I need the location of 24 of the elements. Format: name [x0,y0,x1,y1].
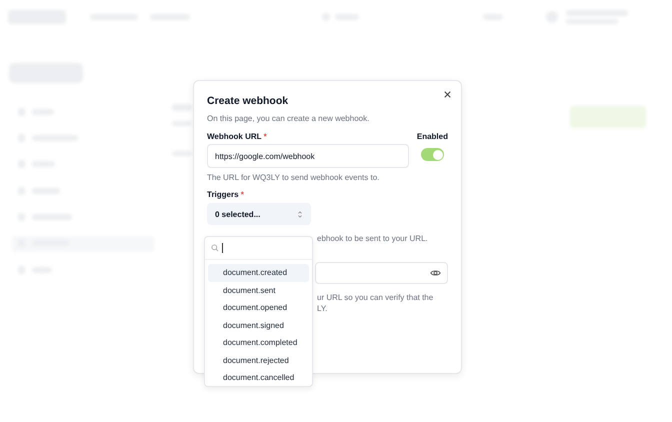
help-text: The URL for WQ3LY to send webhook events to. [207,173,380,182]
field-label: Triggers * [207,190,245,201]
dialog-subtitle: On this page, you can create a new webhook. [207,114,370,123]
trigger-option[interactable]: document.created [208,264,309,282]
eye-icon[interactable] [430,269,441,277]
help-text: ebhook to be sent to your URL. [317,234,429,243]
trigger-option[interactable]: document.opened [208,299,309,316]
field-label: Enabled [416,132,448,143]
triggers-select[interactable]: 0 selected... [207,203,311,225]
chevron-icon [297,210,303,218]
trigger-option[interactable]: document.cancelled [208,369,309,386]
trigger-option[interactable]: document.sent [208,282,309,299]
url-field[interactable]: https://google.com/webhook [207,144,409,168]
close-icon[interactable] [443,90,452,99]
trigger-option[interactable]: document.rejected [208,352,309,369]
trigger-option[interactable]: document.completed [208,334,309,352]
trigger-option[interactable]: document.signed [208,316,309,334]
secret-field[interactable] [315,262,448,284]
help-text: LY. [317,303,328,314]
enabled-toggle[interactable] [421,148,444,161]
field-label: Webhook URL * [207,132,268,143]
search-icon [211,244,219,252]
help-text: ur URL so you can verify that the [317,292,434,303]
dialog-title: Create webhook [207,95,290,107]
